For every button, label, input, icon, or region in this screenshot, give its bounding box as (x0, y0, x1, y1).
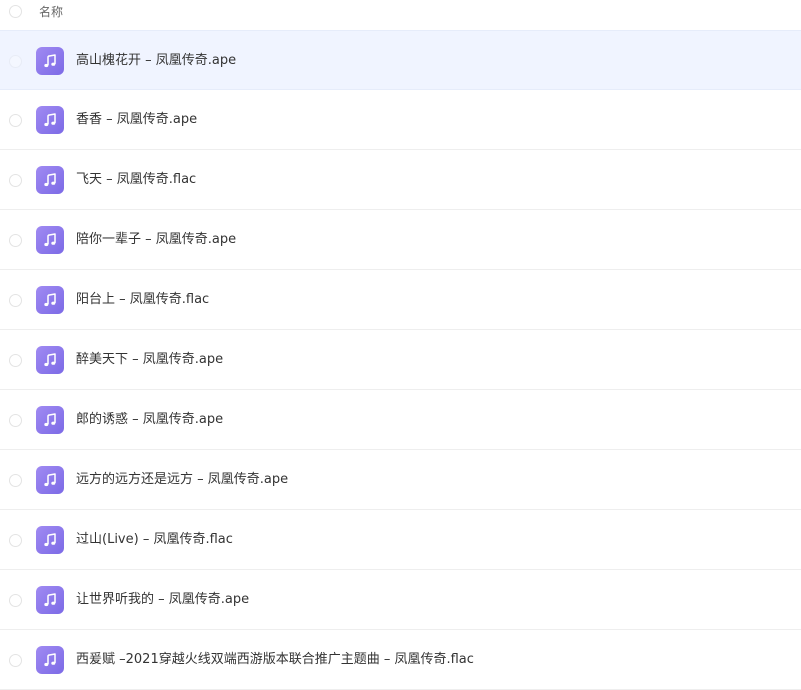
row-checkbox[interactable] (9, 174, 22, 187)
file-list: 高山槐花开 – 凤凰传奇.ape 香香 – 凤凰传奇.ape 飞天 – 凤凰传奇… (0, 30, 801, 690)
music-note-icon (36, 406, 64, 434)
select-all-checkbox[interactable] (9, 5, 22, 18)
music-note-icon (36, 466, 64, 494)
file-name[interactable]: 让世界听我的 – 凤凰传奇.ape (76, 591, 249, 609)
music-note-icon (36, 226, 64, 254)
row-checkbox[interactable] (9, 234, 22, 247)
file-row[interactable]: 西爰赋 –2021穿越火线双端西游版本联合推广主题曲 – 凤凰传奇.flac (0, 630, 801, 690)
file-row[interactable]: 让世界听我的 – 凤凰传奇.ape (0, 570, 801, 630)
file-row[interactable]: 郎的诱惑 – 凤凰传奇.ape (0, 390, 801, 450)
music-note-icon (36, 646, 64, 674)
file-row[interactable]: 飞天 – 凤凰传奇.flac (0, 150, 801, 210)
column-header-name[interactable]: 名称 (39, 4, 63, 20)
file-row[interactable]: 醉美天下 – 凤凰传奇.ape (0, 330, 801, 390)
file-name[interactable]: 远方的远方还是远方 – 凤凰传奇.ape (76, 471, 288, 489)
row-checkbox[interactable] (9, 534, 22, 547)
file-name[interactable]: 飞天 – 凤凰传奇.flac (76, 171, 196, 189)
file-name[interactable]: 醉美天下 – 凤凰传奇.ape (76, 351, 223, 369)
file-name[interactable]: 阳台上 – 凤凰传奇.flac (76, 291, 209, 309)
file-name[interactable]: 陪你一辈子 – 凤凰传奇.ape (76, 231, 236, 249)
music-note-icon (36, 526, 64, 554)
row-checkbox[interactable] (9, 594, 22, 607)
file-name[interactable]: 香香 – 凤凰传奇.ape (76, 111, 197, 129)
file-row[interactable]: 香香 – 凤凰传奇.ape (0, 90, 801, 150)
file-row[interactable]: 陪你一辈子 – 凤凰传奇.ape (0, 210, 801, 270)
music-note-icon (36, 106, 64, 134)
music-note-icon (36, 346, 64, 374)
file-row[interactable]: 高山槐花开 – 凤凰传奇.ape (0, 30, 801, 90)
file-name[interactable]: 过山(Live) – 凤凰传奇.flac (76, 531, 233, 549)
music-note-icon (36, 586, 64, 614)
file-name[interactable]: 西爰赋 –2021穿越火线双端西游版本联合推广主题曲 – 凤凰传奇.flac (76, 651, 474, 669)
row-checkbox[interactable] (9, 354, 22, 367)
row-checkbox[interactable] (9, 654, 22, 667)
file-list-header: 名称 (0, 0, 801, 30)
music-note-icon (36, 47, 64, 75)
file-row[interactable]: 阳台上 – 凤凰传奇.flac (0, 270, 801, 330)
row-checkbox[interactable] (9, 55, 22, 68)
file-name[interactable]: 高山槐花开 – 凤凰传奇.ape (76, 52, 236, 70)
row-checkbox[interactable] (9, 114, 22, 127)
row-checkbox[interactable] (9, 414, 22, 427)
music-note-icon (36, 286, 64, 314)
row-checkbox[interactable] (9, 294, 22, 307)
file-row[interactable]: 过山(Live) – 凤凰传奇.flac (0, 510, 801, 570)
file-name[interactable]: 郎的诱惑 – 凤凰传奇.ape (76, 411, 223, 429)
music-note-icon (36, 166, 64, 194)
row-checkbox[interactable] (9, 474, 22, 487)
file-row[interactable]: 远方的远方还是远方 – 凤凰传奇.ape (0, 450, 801, 510)
